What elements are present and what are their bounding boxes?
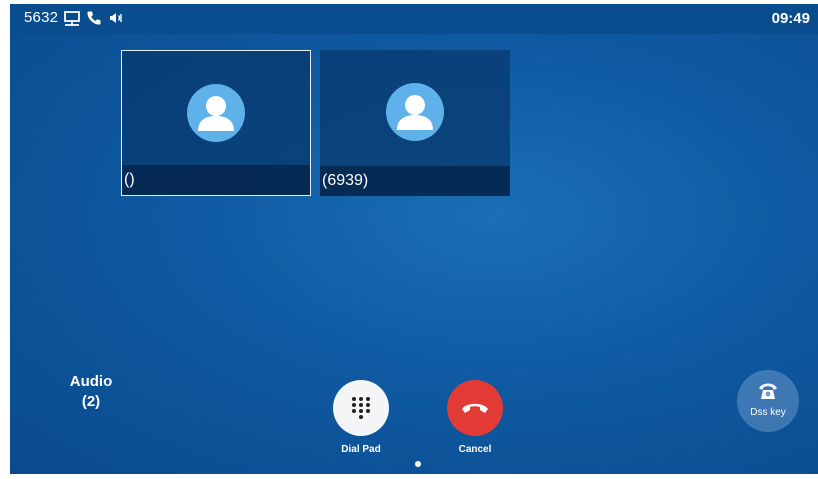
telephone-icon xyxy=(759,383,777,399)
audio-count: (2) xyxy=(81,393,101,410)
avatar-icon xyxy=(187,84,245,142)
dialpad-icon xyxy=(352,397,370,419)
participant-name: (6939) xyxy=(322,172,369,189)
audio-label: Audio xyxy=(69,373,113,390)
avatar-icon xyxy=(386,83,444,141)
audio-status: Audio (2) xyxy=(58,372,124,412)
page-indicator-dot xyxy=(415,461,421,467)
cancel-label: Cancel xyxy=(458,444,492,455)
dial-pad-label: Dial Pad xyxy=(341,444,381,455)
status-bar: 5632 09:49 xyxy=(10,4,818,34)
cancel-button[interactable] xyxy=(447,380,503,436)
phone-icon xyxy=(86,10,102,26)
call-screen: 5632 09:49 () (6939) Audio (2) Dial Pad … xyxy=(10,4,818,474)
clock-time: 09:49 xyxy=(771,10,810,27)
hang-up-icon xyxy=(462,403,488,413)
extension-number: 5632 xyxy=(24,9,59,26)
network-icon xyxy=(64,10,81,26)
status-left: 5632 xyxy=(24,9,124,26)
dss-key-button[interactable]: Dss key xyxy=(737,370,799,432)
dial-pad-button[interactable] xyxy=(333,380,389,436)
speaker-icon xyxy=(108,10,124,26)
participant-tile[interactable]: () xyxy=(121,50,311,196)
participant-name-bar: () xyxy=(122,165,310,195)
participant-tile[interactable]: (6939) xyxy=(320,50,510,196)
participant-name: () xyxy=(124,171,135,188)
dss-key-label: Dss key xyxy=(750,407,786,418)
participant-name-bar: (6939) xyxy=(320,166,510,196)
